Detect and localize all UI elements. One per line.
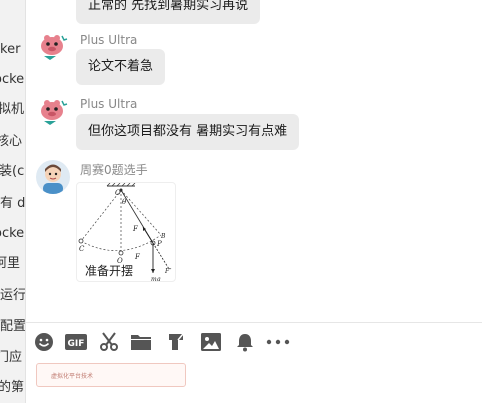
scissors-icon[interactable] (98, 331, 120, 353)
sidebar-item[interactable]: ocker (0, 72, 25, 88)
folder-icon[interactable] (130, 331, 152, 353)
diagram-label: B (160, 233, 166, 240)
emoji-icon[interactable] (33, 331, 55, 353)
more-icon[interactable] (265, 331, 291, 353)
sidebar-item[interactable]: 运行 (0, 288, 25, 304)
image-icon[interactable] (200, 331, 222, 353)
image-caption: 准备开摆 (85, 264, 133, 278)
bell-icon[interactable] (234, 331, 256, 353)
sidebar-item[interactable]: 有 d (0, 196, 25, 212)
diagram-label: O′ (115, 189, 123, 197)
pendulum-diagram-image: O′ θ F B P C O F F″ mg 准备开摆 (78, 183, 172, 282)
sidebar-item[interactable]: 核心 (0, 134, 22, 150)
avatar[interactable] (36, 30, 70, 64)
sender-name: Plus Ultra (80, 33, 138, 47)
sidebar-item[interactable]: 阿里 (0, 256, 20, 272)
sender-name: Plus Ultra (80, 97, 138, 111)
avatar[interactable] (36, 95, 70, 129)
sidebar-item[interactable]: 门应 (0, 350, 22, 366)
message-bubble[interactable]: 论文不着急 (76, 49, 166, 85)
avatar[interactable] (36, 160, 70, 194)
gif-icon[interactable]: GIF (64, 331, 88, 353)
diagram-label: F″ (164, 268, 172, 275)
message-bubble[interactable]: 正常的 先找到暑期实习再说 (76, 0, 261, 24)
svg-text:GIF: GIF (68, 339, 85, 349)
preview-text: 虚拟化平台技术 (51, 373, 94, 380)
conversation-sidebar: ker ocker 拟机 核心 装(c 有 d ocker 阿里 运行 配置 门… (0, 0, 26, 403)
sender-name: 周赛0题选手 (80, 163, 148, 177)
sidebar-item[interactable]: ker (0, 42, 20, 58)
sidebar-item[interactable]: 拟机 (0, 102, 24, 118)
pasted-image-preview[interactable]: 虚拟化平台技术 (36, 363, 186, 387)
message-input-area[interactable]: 虚拟化平台技术 (26, 361, 482, 403)
chat-message-list: 正常的 先找到暑期实习再说 Plus Ultra 论文不着急 Plus Ultr… (26, 0, 482, 322)
chat-toolbar: GIF (26, 323, 482, 361)
sidebar-item[interactable]: 的第 (0, 380, 24, 396)
diagram-label: C (79, 245, 85, 253)
diagram-label: F (134, 253, 141, 261)
diagram-label: P (156, 240, 162, 248)
diagram-label: mg (151, 276, 161, 282)
message-bubble[interactable]: 但你这项目都没有 暑期实习有点难 (76, 114, 300, 150)
sidebar-item[interactable]: 装(c (0, 164, 24, 180)
sidebar-item[interactable]: ocker (0, 226, 25, 242)
diagram-label: F (132, 225, 139, 233)
image-message[interactable]: O′ θ F B P C O F F″ mg 准备开摆 (76, 182, 176, 282)
file-transfer-icon[interactable] (165, 331, 187, 353)
sidebar-item[interactable]: 配置 (0, 319, 25, 335)
